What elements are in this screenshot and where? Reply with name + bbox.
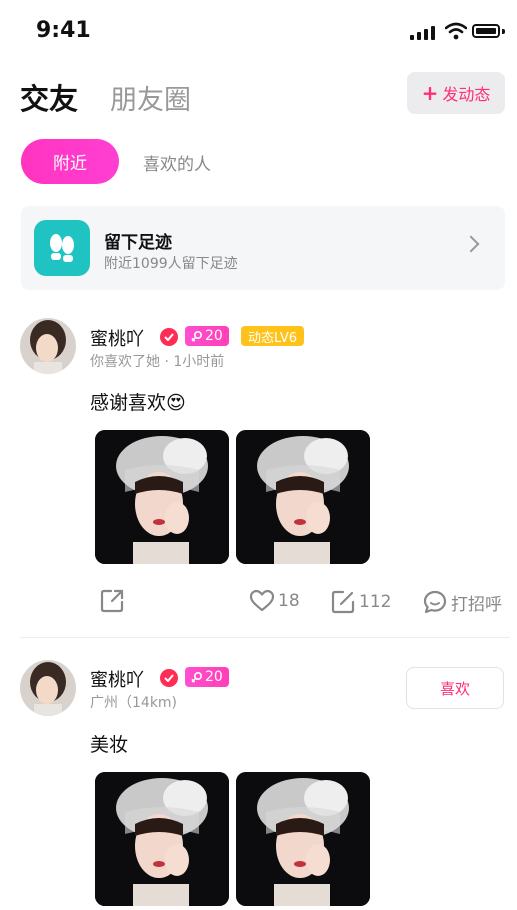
filter-nearby[interactable]: 附近 (21, 139, 119, 184)
avatar[interactable] (20, 318, 76, 374)
level-badge: 动态LV6 (241, 326, 304, 346)
age-value: 20 (205, 669, 223, 685)
like-count: 18 (278, 591, 300, 611)
comment-action[interactable]: 112 (330, 589, 391, 615)
battery-tip (502, 29, 505, 34)
comment-count: 112 (359, 592, 392, 612)
post-photo[interactable] (236, 430, 370, 564)
footprint-subtitle: 附近1099人留下足迹 (104, 256, 238, 272)
cellular-signal-icon (410, 26, 435, 40)
female-icon (191, 671, 203, 683)
post-meta: 你喜欢了她 · 1小时前 (90, 354, 225, 370)
comment-edit-icon (331, 590, 355, 614)
post-photo[interactable] (95, 772, 229, 906)
battery-icon (472, 24, 500, 38)
like-button[interactable]: 喜欢 (406, 667, 504, 709)
footprints-icon (34, 220, 90, 276)
age-value: 20 (205, 328, 223, 344)
like-action[interactable]: 18 (249, 589, 300, 613)
chat-bubble-icon (423, 590, 447, 614)
heart-icon (249, 589, 275, 612)
status-time: 9:41 (36, 18, 91, 43)
verified-badge-icon (160, 328, 178, 346)
footprint-card[interactable] (21, 206, 505, 290)
filter-liked[interactable]: 喜欢的人 (143, 150, 211, 175)
avatar[interactable] (20, 660, 76, 716)
verified-badge-icon (160, 669, 178, 687)
greet-label: 打招呼 (451, 594, 502, 615)
divider (20, 637, 510, 638)
post-moment-button[interactable]: + 发动态 (407, 72, 505, 114)
plus-icon: + (421, 81, 439, 105)
username[interactable]: 蜜桃吖 (90, 325, 144, 351)
post-moment-label: 发动态 (442, 85, 491, 104)
post-caption: 美妆 (90, 734, 129, 756)
username[interactable]: 蜜桃吖 (90, 666, 144, 692)
footprint-title: 留下足迹 (104, 233, 172, 253)
age-badge: 20 (185, 326, 229, 346)
wifi-icon (445, 22, 467, 40)
post-meta: 广州（14km) (90, 695, 178, 711)
age-badge: 20 (185, 667, 229, 687)
post-photo[interactable] (95, 430, 229, 564)
greet-action[interactable]: 打招呼 (422, 589, 502, 615)
post-photo[interactable] (236, 772, 370, 906)
tab-friends[interactable]: 交友 (20, 76, 78, 118)
tab-moments[interactable]: 朋友圈 (110, 78, 191, 117)
female-icon (191, 330, 203, 342)
share-icon[interactable] (99, 588, 125, 614)
post-caption: 感谢喜欢😍 (90, 392, 186, 414)
